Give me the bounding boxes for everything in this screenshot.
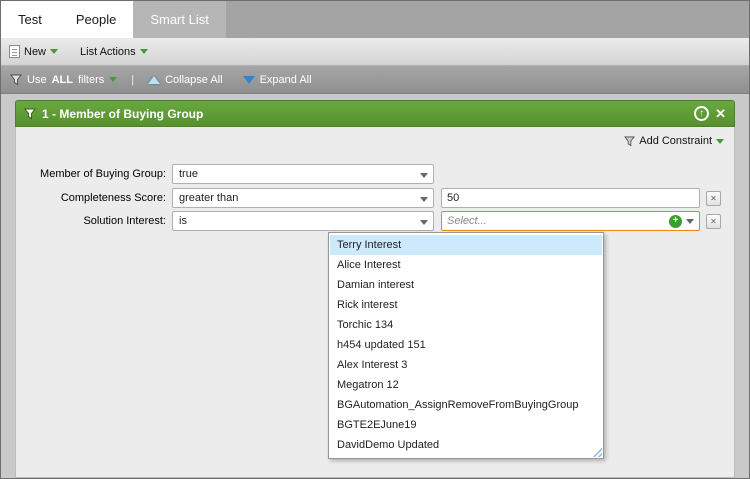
tab-group: Test People: [1, 1, 134, 38]
operator-select[interactable]: greater than: [172, 188, 434, 208]
chevron-down-icon: [50, 49, 59, 54]
list-item[interactable]: h454 updated 151: [330, 335, 602, 355]
filter-row-solution-interest: Solution Interest: is Select... + ✕: [26, 210, 724, 232]
list-item[interactable]: Megatron 12: [330, 375, 602, 395]
filter-icon: [624, 136, 636, 146]
use-filters-mode: ALL: [51, 73, 73, 86]
list-item[interactable]: Torchic 134: [330, 315, 602, 335]
row-label: Completeness Score:: [60, 192, 166, 204]
filter-title: 1 - Member of Buying Group: [42, 106, 204, 121]
add-constraint-button[interactable]: Add Constraint: [624, 135, 724, 147]
chevron-down-icon: [139, 49, 148, 54]
tab-bar: Test People Smart List: [1, 1, 749, 38]
toolbar-divider: |: [131, 73, 135, 86]
chevron-down-icon: [109, 77, 118, 82]
tab-people-label: People: [75, 12, 117, 27]
operator-select[interactable]: true: [172, 164, 434, 184]
list-item[interactable]: Alex Interest 3: [330, 355, 602, 375]
main-toolbar: New List Actions: [1, 38, 749, 66]
filter-panel-header[interactable]: 1 - Member of Buying Group ↑ ✕: [15, 100, 735, 127]
app-window: Test People Smart List New List Actions …: [0, 0, 750, 479]
list-actions-button[interactable]: List Actions: [80, 46, 148, 58]
tab-test[interactable]: Test: [1, 1, 59, 38]
solution-interest-dropdown-list: Terry Interest Alice Interest Damian int…: [328, 232, 604, 459]
chevron-down-icon: [716, 138, 724, 144]
list-item[interactable]: BGAutomation_AssignRemoveFromBuyingGroup: [330, 395, 602, 415]
expand-all-label: Expand All: [259, 73, 312, 86]
operator-value: is: [179, 215, 187, 227]
chevron-down-icon: [420, 220, 428, 225]
filter-toolbar: Use ALL filters | Collapse All Expand Al…: [1, 66, 749, 94]
chevron-down-icon: [420, 173, 428, 178]
filter-row-completeness-score: Completeness Score: greater than ✕: [26, 187, 724, 209]
operator-value: greater than: [179, 192, 239, 204]
operator-select[interactable]: is: [172, 211, 434, 231]
filter-row-member-of-buying-group: Member of Buying Group: true: [26, 163, 724, 185]
filter-panel-body: Add Constraint Member of Buying Group: t…: [15, 127, 735, 478]
remove-x-icon[interactable]: ✕: [706, 213, 721, 229]
filter-icon: [10, 74, 22, 85]
tab-people[interactable]: People: [59, 1, 133, 38]
new-button[interactable]: New: [9, 45, 59, 58]
tab-test-label: Test: [18, 12, 42, 27]
list-actions-label: List Actions: [80, 45, 136, 58]
collapse-triangle-icon: [148, 75, 161, 84]
add-constraint-label: Add Constraint: [639, 135, 712, 147]
collapse-all-button[interactable]: Collapse All: [148, 73, 223, 86]
new-button-label: New: [24, 45, 47, 58]
expand-all-button[interactable]: Expand All: [242, 73, 312, 86]
list-item[interactable]: BGTE2EJune19: [330, 415, 602, 435]
filter-icon: [24, 108, 36, 119]
row-label: Solution Interest:: [83, 215, 166, 227]
tab-smart-list[interactable]: Smart List: [133, 1, 226, 38]
close-icon[interactable]: ✕: [715, 107, 726, 120]
chevron-down-icon: [420, 197, 428, 202]
green-plus-icon[interactable]: +: [669, 214, 682, 228]
completeness-score-input[interactable]: [441, 188, 700, 208]
filter-panel: 1 - Member of Buying Group ↑ ✕ Add Const…: [15, 100, 735, 478]
solution-interest-combobox[interactable]: Select... +: [441, 211, 700, 231]
list-item[interactable]: Terry Interest: [330, 235, 602, 255]
list-item[interactable]: Rick interest: [330, 295, 602, 315]
collapse-all-label: Collapse All: [165, 73, 223, 86]
new-document-icon: [9, 45, 20, 58]
tab-smart-list-label: Smart List: [150, 12, 209, 27]
list-item[interactable]: Alice Interest: [330, 255, 602, 275]
use-filters-suffix: filters: [77, 73, 105, 86]
list-item[interactable]: Damian interest: [330, 275, 602, 295]
row-label: Member of Buying Group:: [40, 168, 166, 180]
expand-triangle-icon: [242, 75, 255, 84]
use-all-filters-button[interactable]: Use ALL filters: [10, 73, 118, 86]
remove-x-icon[interactable]: ✕: [706, 190, 721, 206]
use-filters-prefix: Use: [27, 73, 47, 86]
list-item[interactable]: DavidDemo Updated: [330, 435, 602, 455]
operator-value: true: [179, 168, 198, 180]
chevron-down-icon[interactable]: [686, 218, 694, 224]
combobox-placeholder: Select...: [447, 215, 487, 227]
promote-up-icon[interactable]: ↑: [694, 106, 710, 121]
